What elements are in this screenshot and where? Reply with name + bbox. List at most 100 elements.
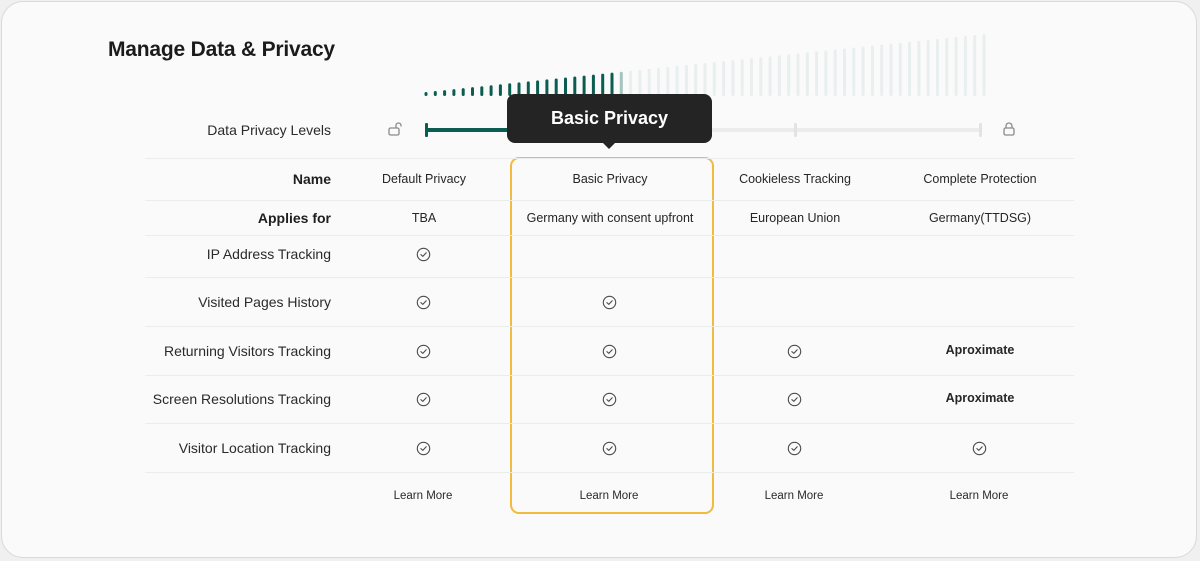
applies-cell: European Union [749,211,841,225]
slider-tick[interactable] [425,123,428,137]
level-bar [582,75,586,96]
learn-more-link[interactable]: Learn More [887,490,1072,502]
level-bar [796,53,800,96]
table-divider [145,472,1074,473]
level-bar [936,38,939,96]
level-bar [843,48,846,96]
lock-icon [1003,122,1015,136]
level-bar [759,57,763,96]
privacy-levels-label: Data Privacy Levels [207,122,331,138]
level-bar [638,69,642,96]
level-bar [954,36,958,96]
level-bar [684,64,688,96]
level-bar [703,63,707,96]
level-bar [833,49,837,96]
level-bar [731,60,735,96]
check-circle-icon [416,247,431,262]
level-bar [777,55,781,96]
learn-more-link[interactable]: Learn More [702,490,887,502]
check-circle-icon [787,441,802,456]
selected-level-tooltip: Basic Privacy [507,94,712,143]
table-divider [145,200,1074,201]
learn-more-link[interactable]: Learn More [517,490,702,502]
check-circle-icon [787,392,802,407]
column-header: Complete Protection [923,172,1037,186]
learn-more-link[interactable]: Learn More [331,490,516,502]
level-bar [824,50,828,96]
level-bar [898,42,902,96]
table-divider [145,423,1074,424]
level-bar [712,62,716,96]
level-bar [787,54,791,96]
level-bar [973,34,977,96]
feature-label: Visited Pages History [198,294,331,310]
level-bar [945,37,949,96]
feature-label: Returning Visitors Tracking [163,343,331,359]
level-bar [815,51,819,96]
level-bar [657,67,660,96]
slider-tick[interactable] [794,123,798,137]
check-circle-icon [602,295,617,310]
level-bar [694,63,698,96]
check-circle-icon [787,344,802,359]
level-bar [629,70,633,96]
check-circle-icon [416,392,431,407]
level-bar [963,35,967,96]
row-label-name: Name [292,171,331,187]
check-circle-icon [602,344,617,359]
level-bar [870,45,874,96]
column-header: Default Privacy [381,172,467,186]
level-bar [480,86,484,96]
level-bar [889,43,893,96]
unlock-icon [388,122,402,136]
level-bar [722,61,726,96]
applies-cell: Germany(TTDSG) [928,211,1032,225]
level-bar [750,58,753,96]
level-bar [471,87,474,96]
level-bar [424,92,428,96]
level-bar [601,73,605,96]
column-header: Basic Privacy [572,172,648,186]
level-bar [926,39,930,96]
check-circle-icon [972,441,987,456]
tooltip-arrow [602,142,616,149]
feature-label: Visitor Location Tracking [178,440,331,456]
level-bar [647,68,651,96]
feature-label: Screen Resolutions Tracking [152,391,331,407]
feature-label: IP Address Tracking [206,246,331,262]
feature-value: Aproximate [945,343,1015,357]
table-divider [145,375,1074,376]
level-bar [675,65,679,96]
level-bar [443,90,447,96]
applies-cell: TBA [411,211,437,225]
table-divider [145,326,1074,327]
level-bar [461,88,465,96]
level-bar [917,40,921,96]
check-circle-icon [416,295,431,310]
level-bar [982,34,986,96]
level-bar [880,44,884,96]
level-bar [498,84,502,96]
level-bar [852,47,856,96]
level-bar [768,56,772,96]
table-divider [145,158,1074,159]
privacy-card: Manage Data & Privacy Data Privacy Level… [1,1,1197,558]
level-bar [591,74,595,96]
slider-tick[interactable] [979,123,982,137]
level-bar [666,66,670,96]
table-divider [145,277,1074,278]
row-label-applies: Applies for [257,210,331,226]
level-bar [610,72,614,96]
check-circle-icon [602,441,617,456]
level-bar [433,91,437,96]
level-bar [619,71,623,96]
check-circle-icon [416,441,431,456]
feature-value: Aproximate [945,391,1015,405]
applies-cell: Germany with consent upfront [526,211,694,225]
level-bar [489,85,493,96]
level-bar [740,59,744,96]
level-bar [861,46,865,96]
check-circle-icon [602,392,617,407]
level-bar [452,89,456,96]
level-bar [805,52,809,96]
